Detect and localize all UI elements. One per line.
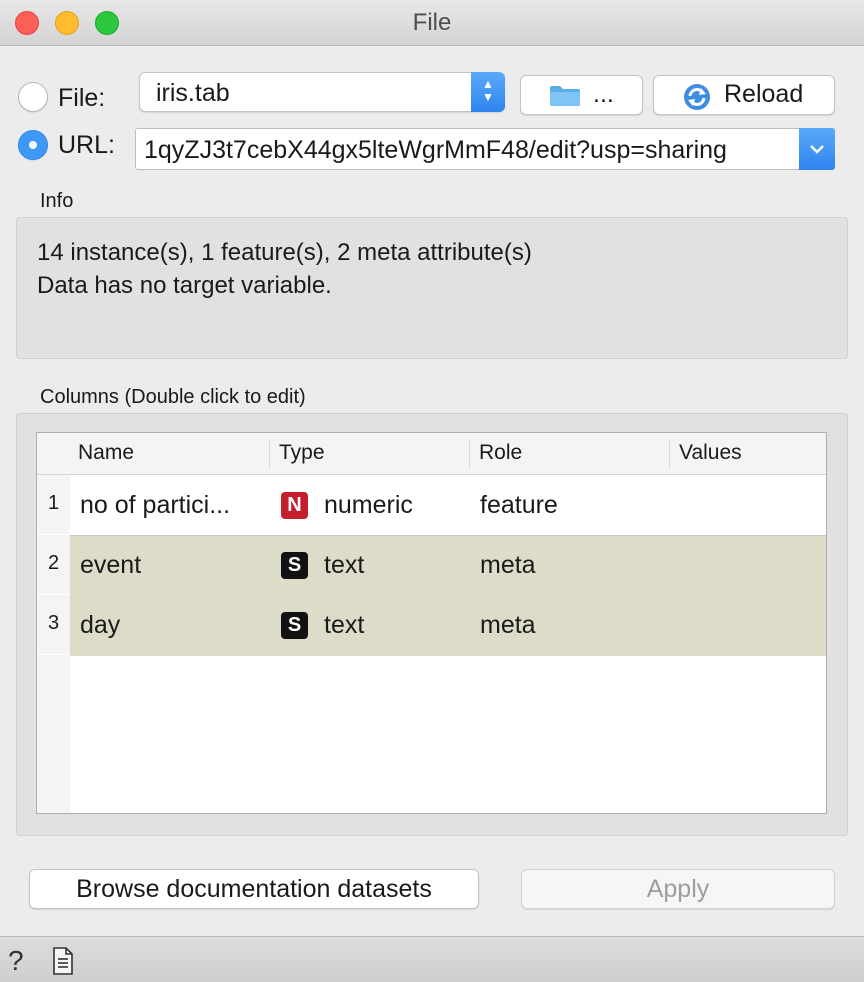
table-header: Name Type Role Values — [37, 433, 826, 475]
file-radio[interactable] — [18, 82, 48, 112]
url-label: URL: — [58, 131, 115, 159]
cell-name[interactable]: day — [80, 611, 120, 640]
header-values[interactable]: Values — [679, 441, 742, 465]
table-row[interactable]: 2 event S text meta — [37, 536, 826, 596]
row-number: 3 — [37, 596, 70, 655]
table-row[interactable]: 3 day S text meta — [37, 596, 826, 656]
folder-icon — [550, 86, 580, 106]
row-number: 1 — [37, 476, 70, 535]
info-line-1: 14 instance(s), 1 feature(s), 2 meta att… — [37, 239, 532, 266]
cell-type[interactable]: numeric — [324, 491, 413, 520]
cell-name[interactable]: no of partici... — [80, 491, 230, 520]
title-bar: File — [0, 0, 864, 46]
cell-name[interactable]: event — [80, 551, 141, 580]
cell-role[interactable]: meta — [480, 551, 536, 580]
table-row[interactable]: 1 no of partici... N numeric feature — [37, 476, 826, 536]
info-title: Info — [40, 190, 74, 212]
text-type-icon: S — [281, 552, 308, 579]
numeric-type-icon: N — [281, 492, 308, 519]
browse-file-label: ... — [593, 80, 614, 108]
combo-stepper-icon[interactable]: ▲ ▼ — [471, 72, 505, 112]
browse-file-button[interactable]: ... — [520, 75, 643, 115]
browse-documentation-button[interactable]: Browse documentation datasets — [29, 869, 479, 909]
header-role[interactable]: Role — [479, 441, 522, 465]
row-number: 2 — [37, 536, 70, 595]
reload-button[interactable]: Reload — [653, 75, 835, 115]
columns-table[interactable]: Name Type Role Values 1 no of partici...… — [36, 432, 827, 814]
cell-type[interactable]: text — [324, 551, 364, 580]
window-title: File — [412, 9, 452, 36]
reload-icon — [684, 84, 710, 110]
file-combo-value: iris.tab — [156, 79, 230, 107]
header-type[interactable]: Type — [279, 441, 325, 465]
file-combo[interactable]: iris.tab ▲ ▼ — [139, 72, 505, 112]
url-combo[interactable]: 1qyZJ3t7cebX44gx5lteWgrMmF48/edit?usp=sh… — [135, 128, 835, 170]
header-name[interactable]: Name — [78, 441, 134, 465]
url-input[interactable]: 1qyZJ3t7cebX44gx5lteWgrMmF48/edit?usp=sh… — [144, 136, 799, 165]
cell-role[interactable]: feature — [480, 491, 558, 520]
report-icon[interactable] — [52, 947, 74, 975]
info-line-2: Data has no target variable. — [37, 272, 332, 299]
reload-label: Reload — [724, 80, 804, 108]
apply-button[interactable]: Apply — [521, 869, 835, 909]
url-dropdown-button[interactable] — [799, 128, 835, 170]
status-bar: ? — [0, 936, 864, 982]
file-label: File: — [58, 84, 106, 112]
columns-title: Columns (Double click to edit) — [40, 386, 306, 408]
chevron-down-icon — [810, 145, 824, 154]
cell-role[interactable]: meta — [480, 611, 536, 640]
info-box: 14 instance(s), 1 feature(s), 2 meta att… — [16, 217, 848, 359]
question-icon[interactable]: ? — [8, 945, 24, 977]
cell-type[interactable]: text — [324, 611, 364, 640]
url-radio[interactable] — [18, 130, 48, 160]
text-type-icon: S — [281, 612, 308, 639]
